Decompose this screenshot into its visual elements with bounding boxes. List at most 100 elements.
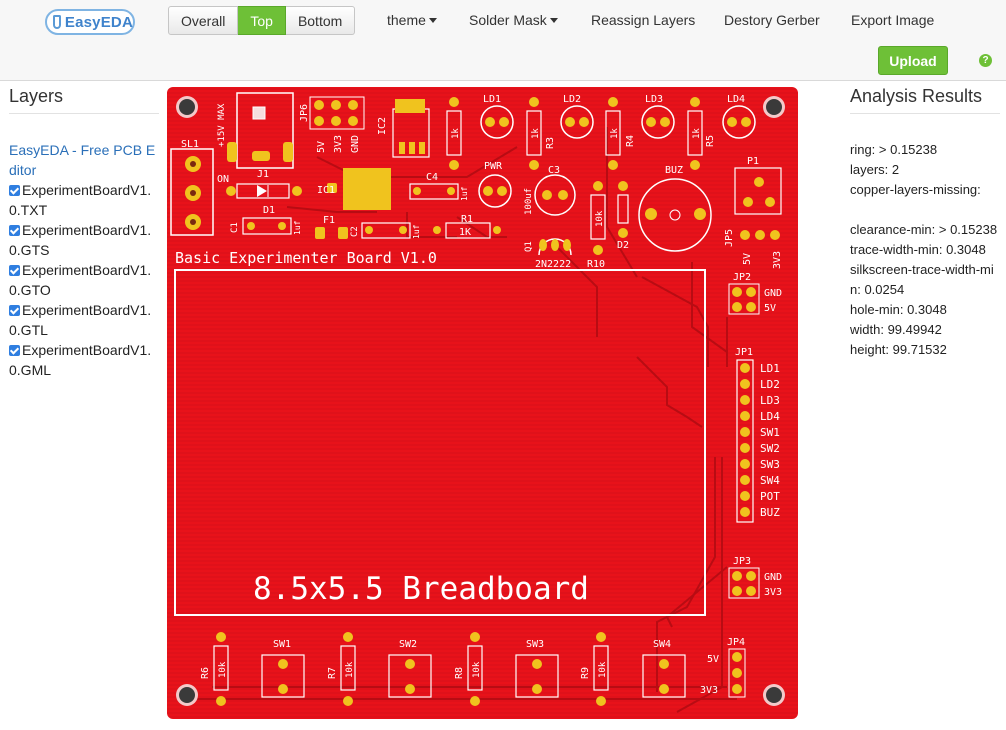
svg-text:SW4: SW4 xyxy=(653,639,671,650)
svg-text:SL1: SL1 xyxy=(181,139,199,150)
svg-text:1uf: 1uf xyxy=(412,224,421,239)
logo-text: EasyEDA xyxy=(64,13,133,31)
jp1-pin-pad xyxy=(740,475,750,485)
svg-text:3V3: 3V3 xyxy=(772,251,783,269)
svg-text:F1: F1 xyxy=(323,215,335,226)
checkbox-checked-icon[interactable] xyxy=(9,305,20,316)
board-title: Basic Experimenter Board V1.0 xyxy=(175,249,437,267)
svg-text:LD4: LD4 xyxy=(727,94,745,105)
export-image-button[interactable]: Export Image xyxy=(851,12,934,28)
result-clearance-min: clearance-min: > 0.15238 xyxy=(850,222,998,237)
svg-text:R8: R8 xyxy=(454,667,465,679)
jp1-pin-pad xyxy=(740,395,750,405)
svg-text:1uf: 1uf xyxy=(293,220,302,235)
chevron-down-icon xyxy=(428,18,437,23)
layer-item-gtl[interactable]: ExperimentBoardV1.0.GTL xyxy=(9,300,157,340)
layer-item-gml[interactable]: ExperimentBoardV1.0.GML xyxy=(9,340,157,380)
svg-text:LD3: LD3 xyxy=(645,94,663,105)
jp1-pin-label: LD2 xyxy=(760,378,780,391)
svg-text:JP3: JP3 xyxy=(733,556,751,567)
svg-text:1k: 1k xyxy=(531,128,541,139)
jp1-pin-pad xyxy=(740,427,750,437)
result-spacer xyxy=(850,200,1000,220)
checkbox-checked-icon[interactable] xyxy=(9,225,20,236)
svg-text:GND: GND xyxy=(764,572,782,583)
jp1-pin-pad xyxy=(740,491,750,501)
checkbox-checked-icon[interactable] xyxy=(9,185,20,196)
jp1-pin-pad xyxy=(740,411,750,421)
jp1-pin-label: POT xyxy=(760,490,780,503)
checkbox-checked-icon[interactable] xyxy=(9,345,20,356)
checkbox-checked-icon[interactable] xyxy=(9,265,20,276)
svg-text:SW3: SW3 xyxy=(526,639,544,650)
jp1-pin-label: BUZ xyxy=(760,506,780,519)
svg-text:C4: C4 xyxy=(426,172,438,183)
svg-text:D2: D2 xyxy=(617,240,629,251)
upload-button[interactable]: Upload xyxy=(878,46,948,75)
destroy-gerber-button[interactable]: Destory Gerber xyxy=(724,12,820,28)
svg-text:100uf: 100uf xyxy=(524,188,534,215)
jp1-pin-label: LD1 xyxy=(760,362,780,375)
svg-text:3V3: 3V3 xyxy=(764,587,782,598)
svg-text:BUZ: BUZ xyxy=(665,165,683,176)
svg-text:IC2: IC2 xyxy=(377,117,388,135)
svg-text:10k: 10k xyxy=(472,661,482,678)
toolbar: EasyEDA Overall Top Bottom theme Solder … xyxy=(0,0,1006,81)
jp1-pin-pad xyxy=(740,363,750,373)
layer-name: ExperimentBoardV1.0.TXT xyxy=(9,182,152,218)
svg-text:JP1: JP1 xyxy=(735,347,753,358)
result-layers: layers: 2 xyxy=(850,162,900,177)
svg-text:3V3: 3V3 xyxy=(700,685,718,696)
result-height: height: 99.71532 xyxy=(850,342,947,357)
svg-text:R10: R10 xyxy=(587,259,605,270)
result-trace-width-min: trace-width-min: 0.3048 xyxy=(850,242,986,257)
analysis-results: ring: > 0.15238 layers: 2 copper-layers-… xyxy=(850,140,1000,360)
svg-text:+15V MAX: +15V MAX xyxy=(217,103,227,147)
jp1-pin-label: SW1 xyxy=(760,426,780,439)
svg-text:D1: D1 xyxy=(263,205,275,216)
svg-text:5V: 5V xyxy=(316,141,327,153)
jp1-pin-pad xyxy=(740,379,750,389)
svg-text:GND: GND xyxy=(350,135,361,153)
jp1-pin-label: LD4 xyxy=(760,410,780,423)
svg-text:JP6: JP6 xyxy=(299,104,310,122)
top-view-button[interactable]: Top xyxy=(238,6,286,35)
svg-text:R4: R4 xyxy=(625,135,636,147)
svg-text:1K: 1K xyxy=(459,227,471,238)
layer-item-txt[interactable]: ExperimentBoardV1.0.TXT xyxy=(9,180,157,220)
pcb-preview[interactable]: Basic Experimenter Board V1.0 8.5x5.5 Br… xyxy=(167,87,798,719)
bottom-view-button[interactable]: Bottom xyxy=(285,6,356,35)
svg-text:GND: GND xyxy=(764,288,782,299)
overall-view-button[interactable]: Overall xyxy=(168,6,239,35)
theme-menu[interactable]: theme xyxy=(387,12,437,28)
svg-text:1k: 1k xyxy=(692,128,702,139)
svg-text:R7: R7 xyxy=(327,667,338,679)
svg-text:10k: 10k xyxy=(218,661,228,678)
theme-menu-label: theme xyxy=(387,12,426,28)
pcb-canvas[interactable]: Basic Experimenter Board V1.0 8.5x5.5 Br… xyxy=(167,87,798,719)
svg-text:C1: C1 xyxy=(230,222,240,233)
easyeda-logo[interactable]: EasyEDA xyxy=(45,9,135,35)
analysis-panel: Analysis Results ring: > 0.15238 layers:… xyxy=(850,86,1000,360)
layer-name: ExperimentBoardV1.0.GTL xyxy=(9,302,152,338)
result-width: width: 99.49942 xyxy=(850,322,942,337)
layer-item-gts[interactable]: ExperimentBoardV1.0.GTS xyxy=(9,220,157,260)
help-icon[interactable]: ? xyxy=(979,54,992,67)
layer-name: ExperimentBoardV1.0.GML xyxy=(9,342,152,378)
svg-text:R9: R9 xyxy=(580,667,591,679)
solder-mask-menu-label: Solder Mask xyxy=(469,12,547,28)
reassign-layers-button[interactable]: Reassign Layers xyxy=(591,12,695,28)
svg-text:SW1: SW1 xyxy=(273,639,291,650)
svg-text:R1: R1 xyxy=(461,214,473,225)
svg-text:PWR: PWR xyxy=(484,161,503,172)
svg-text:JP4: JP4 xyxy=(727,637,745,648)
svg-text:3V3: 3V3 xyxy=(333,135,344,153)
layers-title: Layers xyxy=(9,86,159,114)
jp1-pin-label: SW2 xyxy=(760,442,780,455)
svg-text:10k: 10k xyxy=(598,661,608,678)
svg-text:10k: 10k xyxy=(345,661,355,678)
layer-item-gto[interactable]: ExperimentBoardV1.0.GTO xyxy=(9,260,157,300)
result-silkscreen-trace-width-min: silkscreen-trace-width-min: 0.0254 xyxy=(850,262,994,297)
solder-mask-menu[interactable]: Solder Mask xyxy=(469,12,558,28)
easyeda-editor-link[interactable]: EasyEDA - Free PCB Editor xyxy=(9,140,157,180)
